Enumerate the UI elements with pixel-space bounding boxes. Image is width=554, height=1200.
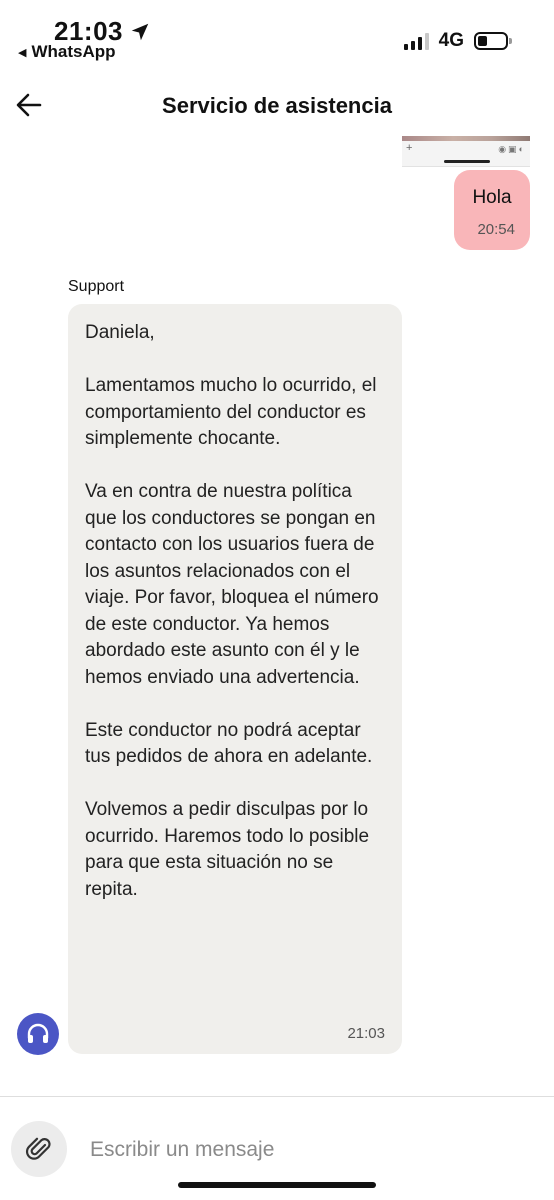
message-paragraph: Lamentamos mucho lo ocurrido, el comport… — [85, 375, 382, 449]
outgoing-message-bubble[interactable]: Hola 20:54 — [454, 170, 530, 250]
status-indicators: 4G — [403, 30, 512, 52]
location-arrow-icon — [131, 23, 149, 40]
message-input[interactable] — [90, 1134, 530, 1166]
message-paragraph: Va en contra de nuestra política que los… — [85, 481, 384, 688]
home-indicator[interactable] — [178, 1182, 376, 1188]
outgoing-message-time: 20:54 — [477, 221, 515, 238]
chat-header: Servicio de asistencia — [0, 80, 554, 134]
sender-name: Support — [68, 278, 125, 295]
chat-screen: 21:03 ◀ WhatsApp 4G Servicio de asistenc… — [0, 0, 554, 1200]
support-avatar — [17, 1013, 59, 1055]
back-app-label: WhatsApp — [31, 42, 116, 61]
outgoing-message-text: Hola — [472, 187, 512, 208]
network-type: 4G — [438, 30, 464, 51]
message-paragraph: Daniela, — [85, 322, 155, 343]
message-paragraph: Este conductor no podrá aceptar tus pedi… — [85, 719, 373, 768]
headphones-icon — [27, 1023, 49, 1043]
image-message-thumbnail[interactable]: + ◉▣◐ — [402, 136, 530, 167]
attach-button[interactable] — [11, 1121, 67, 1177]
back-to-app-link[interactable]: ◀ WhatsApp — [18, 42, 116, 62]
back-triangle-icon: ◀ — [18, 46, 27, 59]
message-paragraph: Volvemos a pedir disculpas por lo ocurri… — [85, 799, 375, 900]
signal-icon — [403, 32, 429, 50]
incoming-message-time: 21:03 — [347, 1025, 385, 1042]
incoming-message-bubble[interactable]: Daniela, Lamentamos mucho lo ocurrido, e… — [68, 304, 402, 1054]
composer-divider — [0, 1096, 554, 1097]
status-bar: 21:03 ◀ WhatsApp 4G — [0, 0, 554, 66]
paperclip-icon — [26, 1137, 51, 1160]
page-title: Servicio de asistencia — [162, 93, 392, 118]
battery-icon — [474, 32, 512, 50]
